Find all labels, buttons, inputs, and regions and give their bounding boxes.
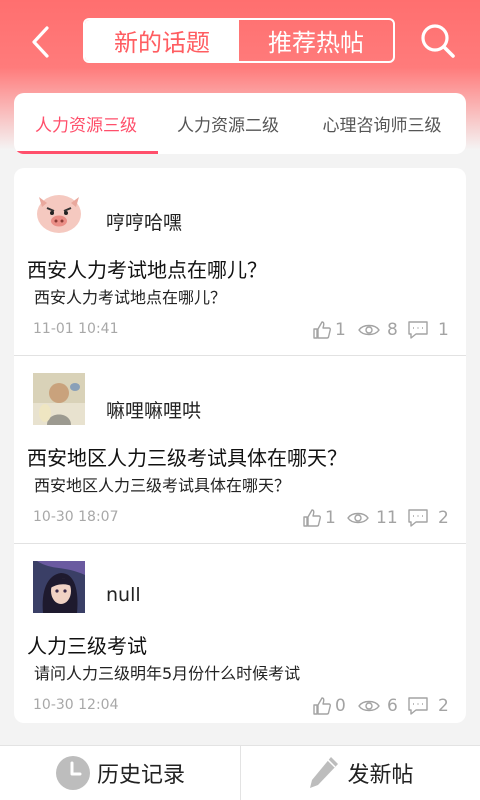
comment-icon — [408, 509, 428, 527]
list-item[interactable]: 嘛哩嘛哩哄 西安地区人力三级考试具体在哪天？ 西安地区人力三级考试具体在哪天？ … — [14, 356, 466, 544]
segment-new-topics[interactable]: 新的话题 — [85, 20, 239, 61]
comment-icon — [408, 321, 428, 339]
post-title: 西安地区人力三级考试具体在哪天？ — [27, 446, 347, 470]
list-item[interactable]: null 人力三级考试 请问人力三级明年5月份什么时候考试 10-30 12:0… — [14, 544, 466, 723]
view-count: 8 — [387, 320, 398, 340]
eye-icon — [358, 700, 380, 712]
post-time: 11-01 10:41 — [33, 321, 119, 337]
photo-avatar[interactable] — [33, 373, 85, 425]
segment-switch: 新的话题 推荐热帖 — [83, 18, 395, 63]
post-list: 哼哼哈嘿 西安人力考试地点在哪儿？ 西安人力考试地点在哪儿？ 11-01 10:… — [14, 168, 466, 723]
username[interactable]: null — [106, 584, 141, 606]
like-button[interactable]: 1 — [312, 318, 346, 342]
username[interactable]: 哼哼哈嘿 — [106, 208, 182, 235]
category-tabs: 人力资源三级 人力资源二级 心理咨询师三级 — [14, 93, 466, 154]
thumbs-up-icon — [303, 509, 321, 527]
like-count: 1 — [335, 320, 346, 340]
view-count-stat: 11 — [347, 506, 398, 530]
bottom-bar: 历史记录 发新帖 — [0, 745, 480, 800]
back-button[interactable] — [22, 20, 62, 64]
like-count: 1 — [325, 508, 336, 528]
comment-count: 2 — [438, 508, 449, 528]
pig-avatar[interactable] — [33, 185, 85, 237]
search-icon — [421, 24, 455, 58]
tab-label: 心理咨询师三级 — [322, 116, 442, 136]
comment-button[interactable]: 1 — [407, 318, 449, 342]
history-button[interactable]: 历史记录 — [0, 746, 240, 800]
view-count-stat: 8 — [358, 318, 398, 342]
eye-icon — [347, 512, 369, 524]
view-count: 11 — [376, 508, 398, 528]
new-post-label: 发新帖 — [347, 763, 414, 788]
tab-label: 人力资源二级 — [177, 116, 279, 136]
like-count: 0 — [335, 696, 346, 716]
eye-icon — [358, 324, 380, 336]
list-item[interactable]: 哼哼哈嘿 西安人力考试地点在哪儿？ 西安人力考试地点在哪儿？ 11-01 10:… — [14, 168, 466, 356]
segment-hot-posts[interactable]: 推荐热帖 — [239, 20, 393, 61]
thumbs-up-icon — [313, 321, 331, 339]
thumbs-up-icon — [313, 697, 331, 715]
like-button[interactable]: 0 — [312, 694, 346, 718]
tab-label: 人力资源三级 — [35, 116, 137, 136]
search-button[interactable] — [418, 20, 458, 62]
history-label: 历史记录 — [96, 763, 185, 788]
post-title: 西安人力考试地点在哪儿？ — [27, 258, 267, 282]
post-title: 人力三级考试 — [27, 634, 147, 658]
clock-icon — [55, 756, 90, 790]
comment-count: 2 — [438, 696, 449, 716]
view-count-stat: 6 — [358, 694, 398, 718]
post-body: 西安地区人力三级考试具体在哪天？ — [34, 476, 291, 495]
chevron-left-icon — [32, 26, 49, 58]
post-body: 请问人力三级明年5月份什么时候考试 — [34, 664, 301, 683]
post-body: 西安人力考试地点在哪儿？ — [34, 288, 227, 307]
new-post-button[interactable]: 发新帖 — [240, 746, 480, 800]
tab-hr-level3[interactable]: 人力资源三级 — [14, 93, 158, 154]
comment-count: 1 — [438, 320, 449, 340]
post-time: 10-30 12:04 — [33, 697, 119, 713]
comment-icon — [408, 697, 428, 715]
post-time: 10-30 18:07 — [33, 509, 119, 525]
view-count: 6 — [387, 696, 398, 716]
username[interactable]: 嘛哩嘛哩哄 — [106, 396, 201, 423]
active-tab-indicator — [14, 151, 158, 154]
pencil-icon — [310, 757, 339, 788]
header: 新的话题 推荐热帖 — [0, 0, 480, 84]
tab-psych-counselor-level3[interactable]: 心理咨询师三级 — [298, 93, 466, 154]
anime-avatar[interactable] — [33, 561, 85, 613]
like-button[interactable]: 1 — [302, 506, 336, 530]
comment-button[interactable]: 2 — [407, 694, 449, 718]
tab-hr-level2[interactable]: 人力资源二级 — [158, 93, 298, 154]
comment-button[interactable]: 2 — [407, 506, 449, 530]
